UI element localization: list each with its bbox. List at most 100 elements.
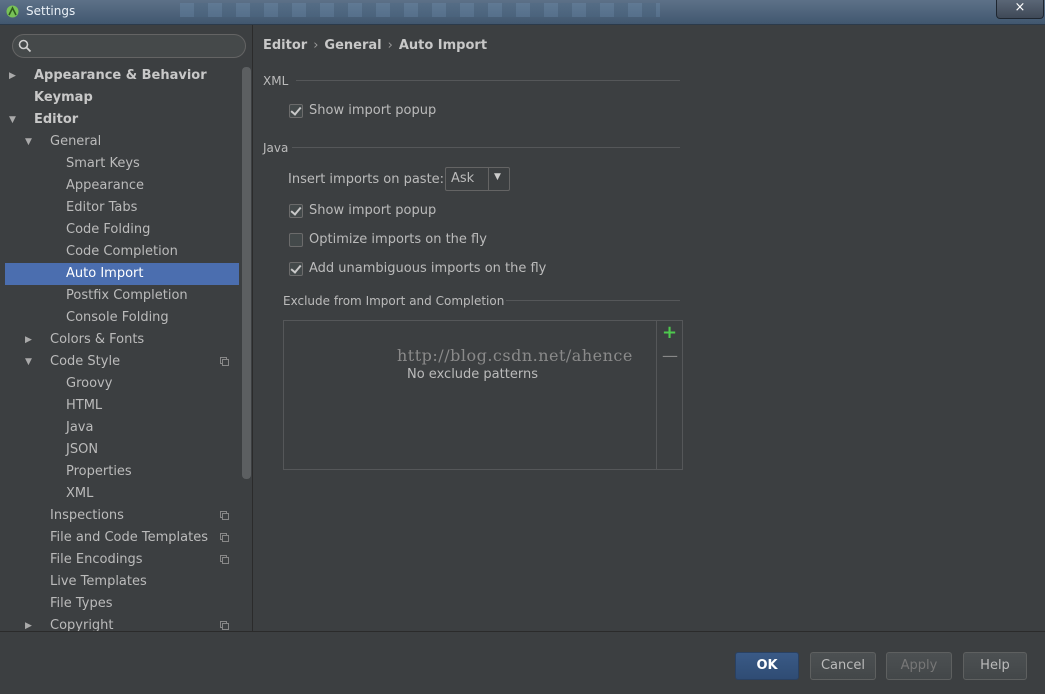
combo-divider — [488, 168, 489, 190]
expanded-arrow-icon[interactable]: ▼ — [9, 109, 16, 131]
tree-item-html[interactable]: HTML — [5, 395, 239, 417]
title-bar: Settings × — [0, 0, 1045, 25]
tree-item-label: Colors & Fonts — [50, 332, 145, 347]
tree-item-copyright[interactable]: ▶ Copyright — [5, 615, 239, 631]
breadcrumb-editor: Editor — [263, 38, 308, 53]
empty-list-text: No exclude patterns — [407, 367, 538, 382]
unambiguous-imports-label[interactable]: Add unambiguous imports on the fly — [309, 261, 546, 276]
settings-tree: ▶ Appearance & Behavior Keymap ▼ Editor ▼ Gene… — [5, 65, 239, 631]
breadcrumb-auto-import: Auto Import — [398, 38, 488, 53]
tree-item-general[interactable]: ▼ General — [5, 131, 239, 153]
chevron-down-icon: ▼ — [494, 172, 501, 182]
sidebar-scrollbar[interactable] — [242, 67, 251, 479]
tree-item-json[interactable]: JSON — [5, 439, 239, 461]
tree-item-smart-keys[interactable]: Smart Keys — [5, 153, 239, 175]
tree-item-label: Editor — [34, 112, 79, 127]
tree-item-file-and-code-templates[interactable]: File and Code Templates — [5, 527, 239, 549]
xml-show-import-popup-checkbox[interactable] — [289, 104, 303, 118]
project-settings-icon — [220, 533, 229, 542]
insert-imports-value: Ask — [451, 171, 475, 186]
tree-item-label: Groovy — [66, 376, 113, 391]
java-show-import-popup-checkbox[interactable] — [289, 204, 303, 218]
expanded-arrow-icon[interactable]: ▼ — [25, 131, 32, 153]
tree-item-label: Console Folding — [66, 310, 169, 325]
breadcrumb-separator: › — [387, 38, 393, 53]
tree-item-label: Copyright — [50, 618, 114, 631]
tree-item-label: Java — [66, 420, 94, 435]
window-title: Settings — [26, 4, 76, 18]
tree-item-label: Appearance & Behavior — [34, 68, 207, 83]
tree-item-inspections[interactable]: Inspections — [5, 505, 239, 527]
project-settings-icon — [220, 621, 229, 630]
java-section-title: Java — [263, 141, 289, 155]
project-settings-icon — [220, 555, 229, 564]
tree-item-label: HTML — [66, 398, 103, 413]
tree-item-live-templates[interactable]: Live Templates — [5, 571, 239, 593]
tree-item-editor-tabs[interactable]: Editor Tabs — [5, 197, 239, 219]
add-icon[interactable]: + — [662, 322, 677, 343]
expanded-arrow-icon[interactable]: ▼ — [25, 351, 32, 373]
cancel-button[interactable]: Cancel — [810, 652, 876, 680]
insert-imports-label: Insert imports on paste: — [288, 172, 445, 187]
xml-divider — [296, 80, 680, 81]
project-settings-icon — [220, 511, 229, 520]
tree-item-label: File Encodings — [50, 552, 143, 567]
tree-item-editor[interactable]: ▼ Editor — [5, 109, 239, 131]
tree-item-postfix-completion[interactable]: Postfix Completion — [5, 285, 239, 307]
tree-item-label: General — [50, 134, 102, 149]
close-button[interactable]: × — [996, 0, 1044, 19]
tree-item-label: Live Templates — [50, 574, 147, 589]
ok-button[interactable]: OK — [735, 652, 799, 680]
unambiguous-imports-checkbox[interactable] — [289, 262, 303, 276]
optimize-imports-checkbox[interactable] — [289, 233, 303, 247]
project-settings-icon — [220, 357, 229, 366]
java-divider — [292, 147, 680, 148]
xml-section-title: XML — [263, 74, 289, 88]
tree-item-label: Code Completion — [66, 244, 178, 259]
apply-button[interactable]: Apply — [886, 652, 952, 680]
tree-item-label: Code Folding — [66, 222, 151, 237]
optimize-imports-label[interactable]: Optimize imports on the fly — [309, 232, 487, 247]
breadcrumb-general: General — [324, 38, 382, 53]
tree-item-file-encodings[interactable]: File Encodings — [5, 549, 239, 571]
tree-item-properties[interactable]: Properties — [5, 461, 239, 483]
tree-item-console-folding[interactable]: Console Folding — [5, 307, 239, 329]
tree-item-groovy[interactable]: Groovy — [5, 373, 239, 395]
tree-item-label: Auto Import — [66, 266, 144, 281]
tree-item-label: XML — [66, 486, 94, 501]
tree-item-label: Keymap — [34, 90, 93, 105]
tree-item-code-completion[interactable]: Code Completion — [5, 241, 239, 263]
search-field[interactable] — [12, 34, 246, 58]
java-show-import-popup-label[interactable]: Show import popup — [309, 203, 436, 218]
collapsed-arrow-icon[interactable]: ▶ — [25, 329, 32, 351]
tree-item-label: Inspections — [50, 508, 124, 523]
remove-icon[interactable]: — — [662, 346, 678, 365]
list-toolbar-divider — [656, 321, 657, 469]
tree-item-colors-fonts[interactable]: ▶ Colors & Fonts — [5, 329, 239, 351]
watermark: http://blog.csdn.net/ahence — [397, 346, 633, 365]
breadcrumb-separator: › — [313, 38, 319, 53]
tree-item-label: Appearance — [66, 178, 145, 193]
search-icon — [18, 39, 32, 53]
tree-item-file-types[interactable]: File Types — [5, 593, 239, 615]
tree-item-appearance[interactable]: Appearance — [5, 175, 239, 197]
tree-item-code-folding[interactable]: Code Folding — [5, 219, 239, 241]
collapsed-arrow-icon[interactable]: ▶ — [25, 615, 32, 631]
collapsed-arrow-icon[interactable]: ▶ — [9, 65, 16, 87]
tree-item-auto-import[interactable]: Auto Import — [5, 263, 239, 285]
tree-item-label: Postfix Completion — [66, 288, 188, 303]
tree-item-appearance-behavior[interactable]: ▶ Appearance & Behavior — [5, 65, 239, 87]
tree-item-keymap[interactable]: Keymap — [5, 87, 239, 109]
tree-item-label: Properties — [66, 464, 132, 479]
tree-item-label: Smart Keys — [66, 156, 140, 171]
insert-imports-combo[interactable]: Ask ▼ — [445, 167, 510, 191]
tree-item-java[interactable]: Java — [5, 417, 239, 439]
tree-item-label: File and Code Templates — [50, 530, 208, 545]
xml-show-import-popup-label[interactable]: Show import popup — [309, 103, 436, 118]
help-button[interactable]: Help — [963, 652, 1027, 680]
exclude-patterns-list[interactable] — [283, 320, 683, 470]
tree-item-code-style[interactable]: ▼ Code Style — [5, 351, 239, 373]
tree-item-label: JSON — [66, 442, 99, 457]
android-studio-icon — [6, 5, 19, 18]
tree-item-xml[interactable]: XML — [5, 483, 239, 505]
